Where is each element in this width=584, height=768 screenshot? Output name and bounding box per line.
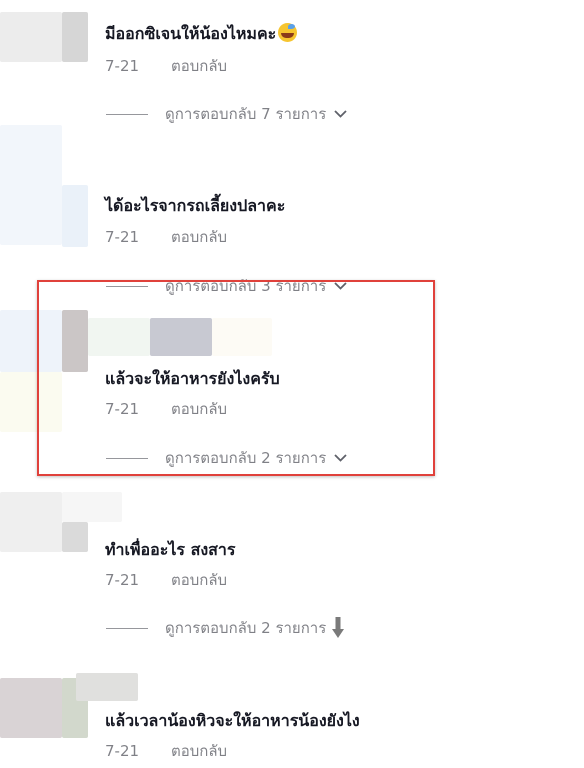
comment-date: 7-21	[105, 742, 140, 760]
comment-meta: 7-21 ตอบกลับ	[105, 225, 227, 249]
view-replies-label: ดูการตอบกลับ 2 รายการ	[165, 619, 327, 637]
comment-text: มีออกซิเจนให้น้องไหมคะ	[105, 22, 298, 47]
highlight-box	[37, 280, 435, 476]
comment-date: 7-21	[105, 571, 140, 589]
avatar-blur	[0, 125, 62, 245]
comment-date: 7-21	[105, 228, 140, 246]
username-blur	[76, 673, 138, 701]
divider-line	[106, 113, 148, 115]
avatar-blur	[62, 492, 122, 522]
avatar[interactable]	[62, 185, 88, 247]
face-with-sweat-emoji-icon	[278, 23, 298, 42]
chevron-down-icon	[334, 107, 348, 121]
avatar[interactable]	[62, 522, 88, 552]
reply-button[interactable]: ตอบกลับ	[171, 571, 227, 589]
comment-text: ได้อะไรจากรถเลี้ยงปลาคะ	[105, 196, 286, 215]
down-arrow-icon	[332, 617, 346, 639]
comment-meta: 7-21 ตอบกลับ	[105, 568, 227, 592]
avatar-blur	[0, 492, 62, 552]
divider-line	[106, 627, 148, 629]
view-replies-button[interactable]: ดูการตอบกลับ 7 รายการ	[106, 104, 348, 124]
comment-meta: 7-21 ตอบกลับ	[105, 54, 227, 78]
view-replies-label: ดูการตอบกลับ 7 รายการ	[165, 105, 327, 123]
comment-text: ทำเพื่ออะไร สงสาร	[105, 540, 236, 559]
comment-date: 7-21	[105, 57, 140, 75]
reply-button[interactable]: ตอบกลับ	[171, 57, 227, 75]
reply-button[interactable]: ตอบกลับ	[171, 228, 227, 246]
view-replies-button[interactable]: ดูการตอบกลับ 2 รายการ	[106, 617, 346, 639]
avatar[interactable]	[62, 12, 88, 62]
comment-text: แล้วเวลาน้องหิวจะให้อาหารน้องยังไง	[105, 711, 360, 730]
avatar-blur	[0, 678, 62, 738]
comment-meta: 7-21 ตอบกลับ	[105, 739, 227, 763]
reply-button[interactable]: ตอบกลับ	[171, 742, 227, 760]
avatar-blur	[0, 12, 62, 62]
